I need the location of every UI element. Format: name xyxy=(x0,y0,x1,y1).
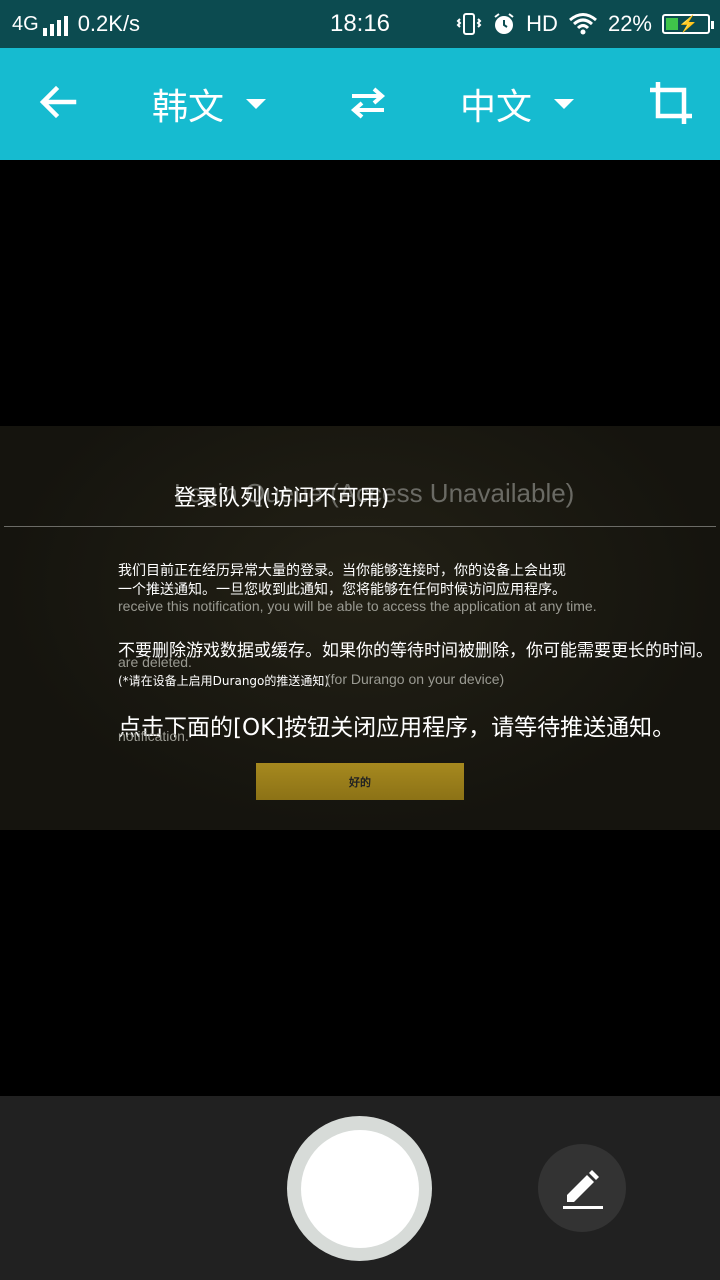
camera-controls xyxy=(0,1096,720,1280)
network-type: 4G xyxy=(12,12,39,35)
captured-dialog: Login Queue (Access Unavailable) 登录队列(访问… xyxy=(0,426,720,830)
status-right: HD 22% ⚡ xyxy=(456,11,714,37)
camera-viewport[interactable]: Login Queue (Access Unavailable) 登录队列(访问… xyxy=(0,160,720,1096)
battery-icon: ⚡ xyxy=(662,14,714,34)
vibrate-icon xyxy=(456,13,482,35)
network-indicator: 4G xyxy=(12,13,68,36)
ok-button: 好的 xyxy=(256,763,464,800)
chevron-down-icon xyxy=(246,99,267,109)
shutter-button-inner xyxy=(300,1129,419,1248)
hd-indicator: HD xyxy=(526,11,558,36)
status-bar: 4G 0.2K/s 18:16 HD 22% ⚡ xyxy=(0,0,720,48)
network-speed: 0.2K/s xyxy=(77,11,141,36)
translated-line: (*请在设备上启用Durango的推送通知) xyxy=(118,674,330,688)
translated-line: 不要删除游戏数据或缓存。如果你的等待时间被删除，你可能需要更长的时间。 xyxy=(118,641,713,661)
dialog-title-translated: 登录队列(访问不可用) xyxy=(174,486,390,511)
shutter-button[interactable] xyxy=(287,1116,432,1261)
status-left: 4G 0.2K/s xyxy=(12,11,140,37)
status-time: 18:16 xyxy=(329,10,391,37)
target-language-label: 中文 xyxy=(460,87,533,128)
original-line: are deleted. xyxy=(118,654,192,670)
translated-line: 一个推送通知。一旦您收到此通知，您将能够在任何时候访问应用程序。 xyxy=(118,582,566,598)
original-line: receive this notification, you will be a… xyxy=(118,598,597,614)
source-language-select[interactable]: 韩文 xyxy=(152,78,267,130)
original-line: notification. xyxy=(118,728,189,744)
battery-percent: 22% xyxy=(607,11,652,36)
arrow-left-icon[interactable] xyxy=(34,78,82,126)
ok-button-label: 好的 xyxy=(349,775,371,789)
pencil-icon xyxy=(563,1170,603,1209)
translated-line: 我们目前正在经历异常大量的登录。当你能够连接时，你的设备上会出现 xyxy=(118,563,566,579)
crop-icon[interactable] xyxy=(646,78,696,128)
original-line: (for Durango on your device) xyxy=(326,671,505,687)
target-language-select[interactable]: 中文 xyxy=(460,78,575,130)
translate-toolbar: 韩文 中文 xyxy=(0,48,720,160)
chevron-down-icon xyxy=(554,99,575,109)
source-language-label: 韩文 xyxy=(152,87,225,128)
translated-line: 点击下面的[OK]按钮关闭应用程序，请等待推送通知。 xyxy=(118,715,676,741)
signal-icon xyxy=(42,15,68,36)
dialog-divider xyxy=(4,526,716,527)
wifi-icon xyxy=(568,13,597,35)
swap-arrows-icon[interactable] xyxy=(346,80,390,124)
alarm-icon xyxy=(494,13,514,34)
edit-text-button[interactable] xyxy=(538,1144,626,1232)
